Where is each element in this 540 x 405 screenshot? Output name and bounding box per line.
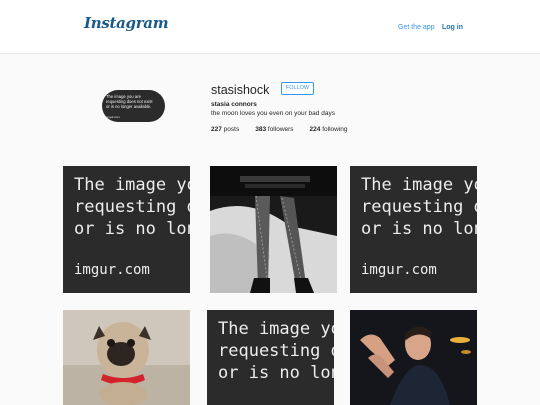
profile-avatar: The image you are requesting does not ex… [102,90,165,122]
removed-image-domain: imgur.com [74,262,150,278]
removed-image-text: or is no longe [74,219,190,239]
posts-count-value: 227 [211,126,222,133]
post-tile-removed-image[interactable]: The image yo requesting d or is no longe… [63,166,190,293]
profile-stats: 227 posts 383 followers 224 following [211,126,364,133]
legs-photo-image [210,166,337,293]
followers-count-value: 383 [255,126,267,133]
posts-count-label: posts [223,126,240,133]
avatar-text-footer: imgur.com [106,115,120,119]
removed-image-text: The image yo [361,175,477,195]
log-in-link[interactable]: Log in [442,24,463,31]
removed-image-text: The image yo [74,175,190,195]
removed-image-text: requesting d [361,197,477,217]
profile-bio: the moon loves you even on your bad days [211,110,335,117]
avatar-text-line: or is no longer available. [106,104,152,109]
removed-image-text: or is no longe [361,219,477,239]
followers-count-label: followers [267,126,294,133]
removed-image-text: or is no longe [218,363,334,383]
post-tile-person-photo[interactable] [350,310,477,405]
post-tile-pug-photo[interactable] [63,310,190,405]
removed-image-text: requesting d [218,341,334,361]
followers-count[interactable]: 383 followers [255,126,293,133]
following-count-label: following [322,126,348,133]
get-the-app-link[interactable]: Get the app [398,24,435,31]
post-tile-legs-photo[interactable] [210,166,337,293]
removed-image-text: The image yo [218,319,334,339]
instagram-logo[interactable]: Instagram [84,14,169,32]
pug-photo-image [63,310,190,405]
post-tile-removed-image[interactable]: The image yo requesting d or is no longe… [350,166,477,293]
profile-username: stasishock [211,83,270,97]
posts-count: 227 posts [211,126,239,133]
person-photo-image [350,310,477,405]
post-tile-removed-image[interactable]: The image yo requesting d or is no longe [207,310,334,405]
top-navigation-bar: Instagram Get the app Log in [0,0,540,54]
follow-button[interactable]: FOLLOW [281,82,314,95]
removed-image-text: requesting d [74,197,190,217]
following-count-value: 224 [309,126,321,133]
profile-full-name: stasia connors [211,101,257,108]
following-count[interactable]: 224 following [310,126,348,133]
removed-image-domain: imgur.com [361,262,437,278]
